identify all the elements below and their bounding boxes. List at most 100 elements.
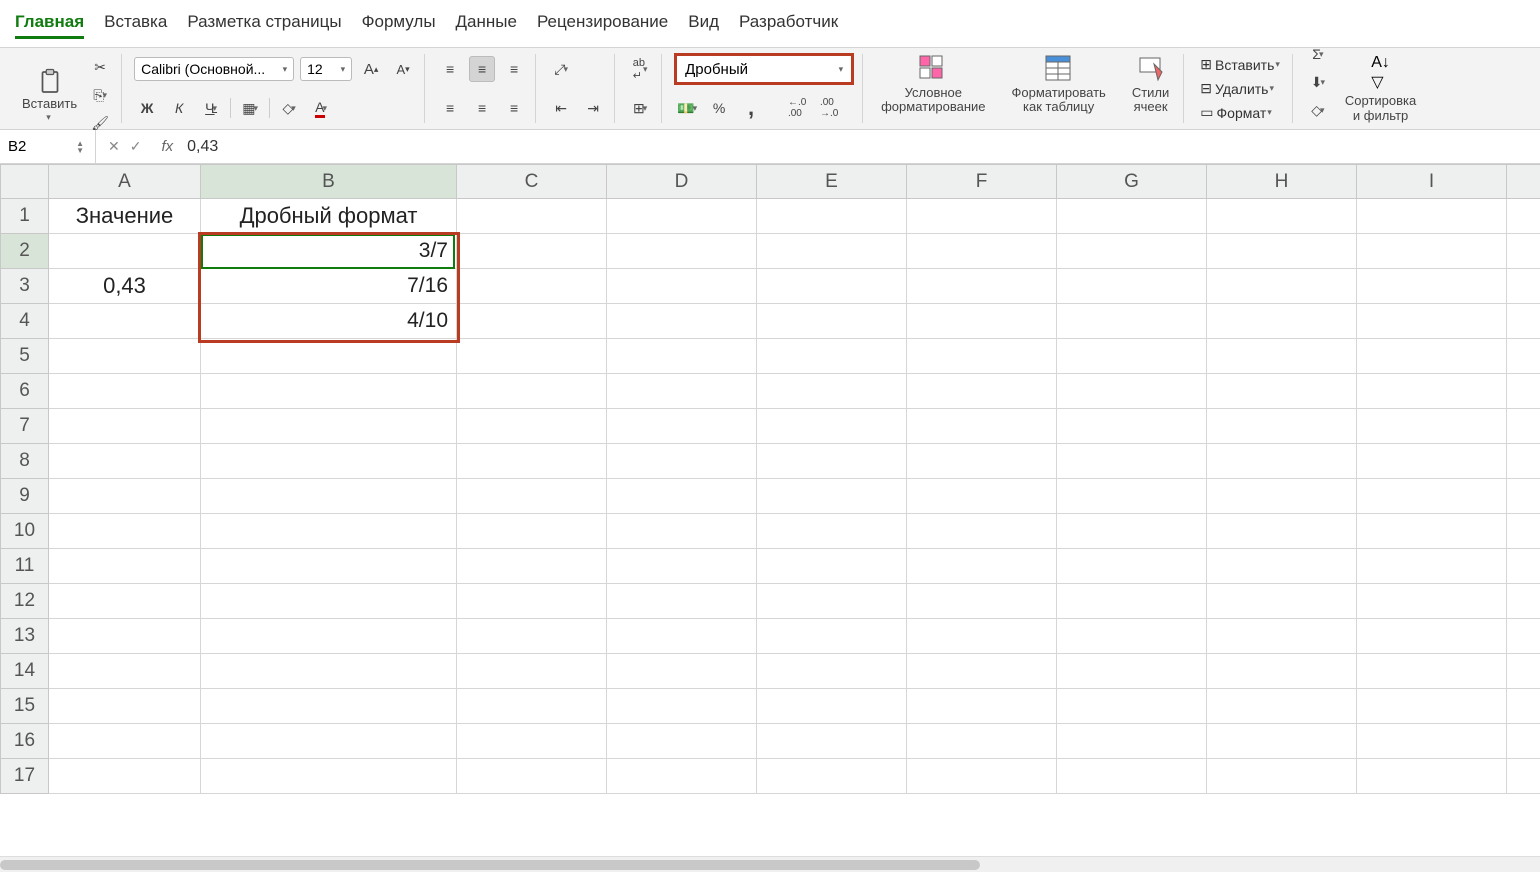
align-right-button[interactable]: ≡ <box>501 95 527 121</box>
row-header[interactable]: 11 <box>1 549 49 584</box>
row-header[interactable]: 6 <box>1 374 49 409</box>
tab-review[interactable]: Рецензирование <box>537 8 668 39</box>
cell-A1[interactable]: Значение <box>49 199 201 234</box>
accept-formula-button[interactable]: ✓ <box>130 138 142 155</box>
row-header[interactable]: 14 <box>1 654 49 689</box>
copy-button[interactable]: ⎘▾ <box>87 82 113 108</box>
merge-cells-button[interactable]: ⊞▾ <box>627 95 653 121</box>
tab-data[interactable]: Данные <box>456 8 517 39</box>
borders-button[interactable]: ▦▾ <box>237 95 263 121</box>
cell-B1[interactable]: Дробный формат <box>201 199 457 234</box>
tab-insert[interactable]: Вставка <box>104 8 167 39</box>
row-header[interactable]: 5 <box>1 339 49 374</box>
increase-indent-button[interactable]: ⇥ <box>580 95 606 121</box>
cell-styles-icon <box>1136 54 1166 84</box>
cell-styles-button[interactable]: Стили ячеек <box>1126 54 1175 115</box>
number-format-select[interactable]: Дробный▾ <box>674 53 854 85</box>
col-header-E[interactable]: E <box>757 165 907 199</box>
select-all-corner[interactable] <box>1 165 49 199</box>
scrollbar-thumb[interactable] <box>0 860 980 870</box>
conditional-formatting-button[interactable]: Условное форматирование <box>875 54 991 115</box>
cell-B4[interactable]: 4/10 <box>201 304 457 339</box>
increase-decimal-button[interactable]: ←.0.00 <box>784 95 810 121</box>
wrap-text-button[interactable]: ab↵▾ <box>627 56 653 82</box>
formula-bar-row: B2 ▲▼ ✕ ✓ fx 0,43 <box>0 130 1540 164</box>
group-clipboard: Вставить ▾ ✂ ⎘▾ 🖌 <box>10 54 122 123</box>
align-left-button[interactable]: ≡ <box>437 95 463 121</box>
col-header-D[interactable]: D <box>607 165 757 199</box>
row-header[interactable]: 16 <box>1 724 49 759</box>
tab-home[interactable]: Главная <box>15 8 84 39</box>
tab-view[interactable]: Вид <box>688 8 719 39</box>
cut-button[interactable]: ✂ <box>87 54 113 80</box>
sort-filter-button[interactable]: A↓▽ Сортировка и фильтр <box>1339 54 1422 123</box>
clear-button[interactable]: ◇▾ <box>1305 97 1331 123</box>
formula-bar-input[interactable]: 0,43 <box>181 138 224 156</box>
namebox-spinner[interactable]: ▲▼ <box>76 140 87 154</box>
bold-button[interactable]: Ж <box>134 95 160 121</box>
group-number: Дробный▾ 💵▾ % , ←.0.00 .00→.0 <box>666 54 863 123</box>
conditional-format-icon <box>918 54 948 84</box>
decrease-indent-button[interactable]: ⇤ <box>548 95 574 121</box>
cell-A3[interactable]: 0,43 <box>49 269 201 304</box>
italic-button[interactable]: К <box>166 95 192 121</box>
col-header-F[interactable]: F <box>907 165 1057 199</box>
row-header[interactable]: 12 <box>1 584 49 619</box>
cancel-formula-button[interactable]: ✕ <box>108 138 120 155</box>
cell-B2[interactable]: 3/7 <box>201 234 457 269</box>
horizontal-scrollbar[interactable] <box>0 856 1540 872</box>
fx-label[interactable]: fx <box>153 138 181 155</box>
format-cells-button[interactable]: ▭ Формат ▾ <box>1196 102 1284 123</box>
fill-button[interactable]: ⬇▾ <box>1305 69 1331 95</box>
decrease-decimal-button[interactable]: .00→.0 <box>816 95 842 121</box>
fill-color-button[interactable]: ◇▾ <box>276 95 302 121</box>
align-bottom-button[interactable]: ≡ <box>501 56 527 82</box>
align-center-button[interactable]: ≡ <box>469 95 495 121</box>
col-header-A[interactable]: A <box>49 165 201 199</box>
ribbon: Вставить ▾ ✂ ⎘▾ 🖌 Calibri (Основной...▾ … <box>0 48 1540 130</box>
cell-A2[interactable] <box>49 234 201 269</box>
increase-font-button[interactable]: A▴ <box>358 56 384 82</box>
paste-button[interactable]: Вставить ▾ <box>18 54 81 136</box>
row-header[interactable]: 4 <box>1 304 49 339</box>
autosum-button[interactable]: Σ▾ <box>1305 41 1331 67</box>
decrease-font-button[interactable]: A▾ <box>390 56 416 82</box>
font-size-select[interactable]: 12▾ <box>300 57 352 81</box>
insert-cells-button[interactable]: ⊞ Вставить ▾ <box>1196 54 1284 75</box>
row-header[interactable]: 2 <box>1 234 49 269</box>
row-header[interactable]: 10 <box>1 514 49 549</box>
row-header[interactable]: 13 <box>1 619 49 654</box>
col-header-B[interactable]: B <box>201 165 457 199</box>
comma-style-button[interactable]: , <box>738 95 764 121</box>
cell[interactable] <box>457 199 607 234</box>
row-header[interactable]: 1 <box>1 199 49 234</box>
tab-page-layout[interactable]: Разметка страницы <box>187 8 341 39</box>
format-as-table-button[interactable]: Форматировать как таблицу <box>1005 54 1111 115</box>
row-header[interactable]: 9 <box>1 479 49 514</box>
tab-formulas[interactable]: Формулы <box>362 8 436 39</box>
col-header-J[interactable]: J <box>1507 165 1540 199</box>
col-header-I[interactable]: I <box>1357 165 1507 199</box>
font-name-select[interactable]: Calibri (Основной...▾ <box>134 57 294 81</box>
percent-button[interactable]: % <box>706 95 732 121</box>
row-header[interactable]: 3 <box>1 269 49 304</box>
table-icon <box>1044 54 1074 84</box>
row-header[interactable]: 17 <box>1 759 49 794</box>
font-color-button[interactable]: A▾ <box>308 95 334 121</box>
col-header-C[interactable]: C <box>457 165 607 199</box>
tab-developer[interactable]: Разработчик <box>739 8 838 39</box>
col-header-G[interactable]: G <box>1057 165 1207 199</box>
delete-cells-button[interactable]: ⊟ Удалить ▾ <box>1196 78 1284 99</box>
underline-button[interactable]: Ч▾ <box>198 95 224 121</box>
cell-B3[interactable]: 7/16 <box>201 269 457 304</box>
row-header[interactable]: 7 <box>1 409 49 444</box>
orientation-button[interactable]: ⤢▾ <box>548 56 574 82</box>
align-middle-button[interactable]: ≡ <box>469 56 495 82</box>
name-box[interactable]: B2 ▲▼ <box>0 130 96 163</box>
cell-A4[interactable] <box>49 304 201 339</box>
col-header-H[interactable]: H <box>1207 165 1357 199</box>
align-top-button[interactable]: ≡ <box>437 56 463 82</box>
currency-button[interactable]: 💵▾ <box>674 95 700 121</box>
row-header[interactable]: 15 <box>1 689 49 724</box>
row-header[interactable]: 8 <box>1 444 49 479</box>
